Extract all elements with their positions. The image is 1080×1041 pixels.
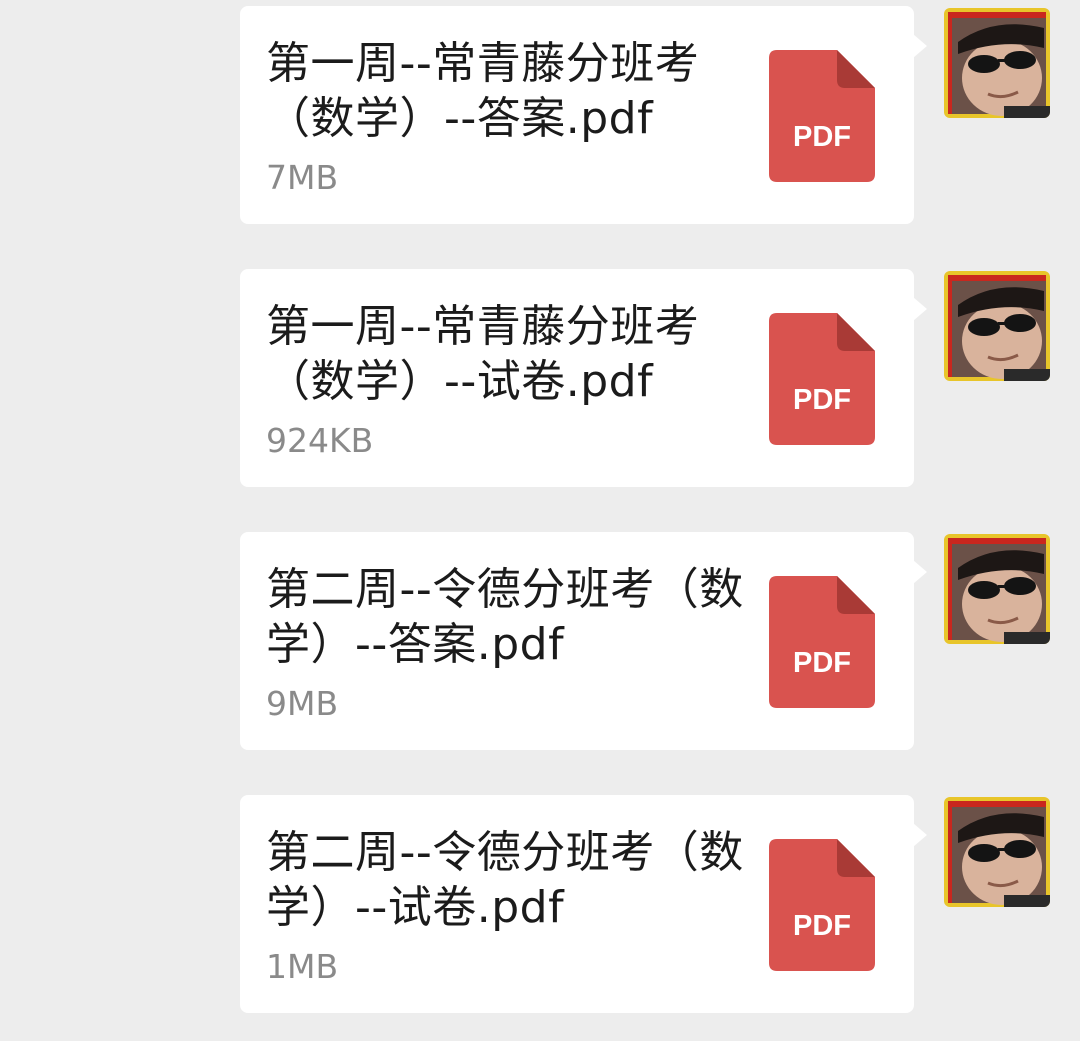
file-name: 第二周--令德分班考（数学）--答案.pdf xyxy=(266,564,744,670)
chat-message-list: 第一周--常青藤分班考（数学）--答案.pdf 7MB PDF 第一周--常青藤… xyxy=(0,0,1080,1041)
chat-message: 第二周--令德分班考（数学）--试卷.pdf 1MB PDF xyxy=(0,795,1080,1015)
file-size: 7MB xyxy=(266,158,339,197)
file-message-bubble[interactable]: 第一周--常青藤分班考（数学）--答案.pdf 7MB PDF xyxy=(240,6,927,224)
chat-message: 第一周--常青藤分班考（数学）--试卷.pdf 924KB PDF xyxy=(0,269,1080,489)
file-size: 1MB xyxy=(266,947,339,986)
file-message-bubble[interactable]: 第二周--令德分班考（数学）--试卷.pdf 1MB PDF xyxy=(240,795,927,1013)
pdf-icon-label: PDF xyxy=(793,647,851,679)
pdf-file-icon: PDF xyxy=(769,576,875,708)
pdf-icon-label: PDF xyxy=(793,910,851,942)
chat-message: 第一周--常青藤分班考（数学）--答案.pdf 7MB PDF xyxy=(0,6,1080,226)
pdf-icon-label: PDF xyxy=(793,384,851,416)
pdf-file-icon: PDF xyxy=(769,839,875,971)
avatar[interactable] xyxy=(944,8,1050,118)
avatar[interactable] xyxy=(944,534,1050,644)
avatar[interactable] xyxy=(944,271,1050,381)
file-name: 第二周--令德分班考（数学）--试卷.pdf xyxy=(266,827,744,933)
file-size: 9MB xyxy=(266,684,339,723)
chat-message: 第二周--令德分班考（数学）--答案.pdf 9MB PDF xyxy=(0,532,1080,752)
file-name: 第一周--常青藤分班考（数学）--答案.pdf xyxy=(266,38,700,144)
pdf-icon-label: PDF xyxy=(793,121,851,153)
file-size: 924KB xyxy=(266,421,374,460)
file-name: 第一周--常青藤分班考（数学）--试卷.pdf xyxy=(266,301,700,407)
file-message-bubble[interactable]: 第二周--令德分班考（数学）--答案.pdf 9MB PDF xyxy=(240,532,927,750)
avatar[interactable] xyxy=(944,797,1050,907)
pdf-file-icon: PDF xyxy=(769,313,875,445)
file-message-bubble[interactable]: 第一周--常青藤分班考（数学）--试卷.pdf 924KB PDF xyxy=(240,269,927,487)
pdf-file-icon: PDF xyxy=(769,50,875,182)
